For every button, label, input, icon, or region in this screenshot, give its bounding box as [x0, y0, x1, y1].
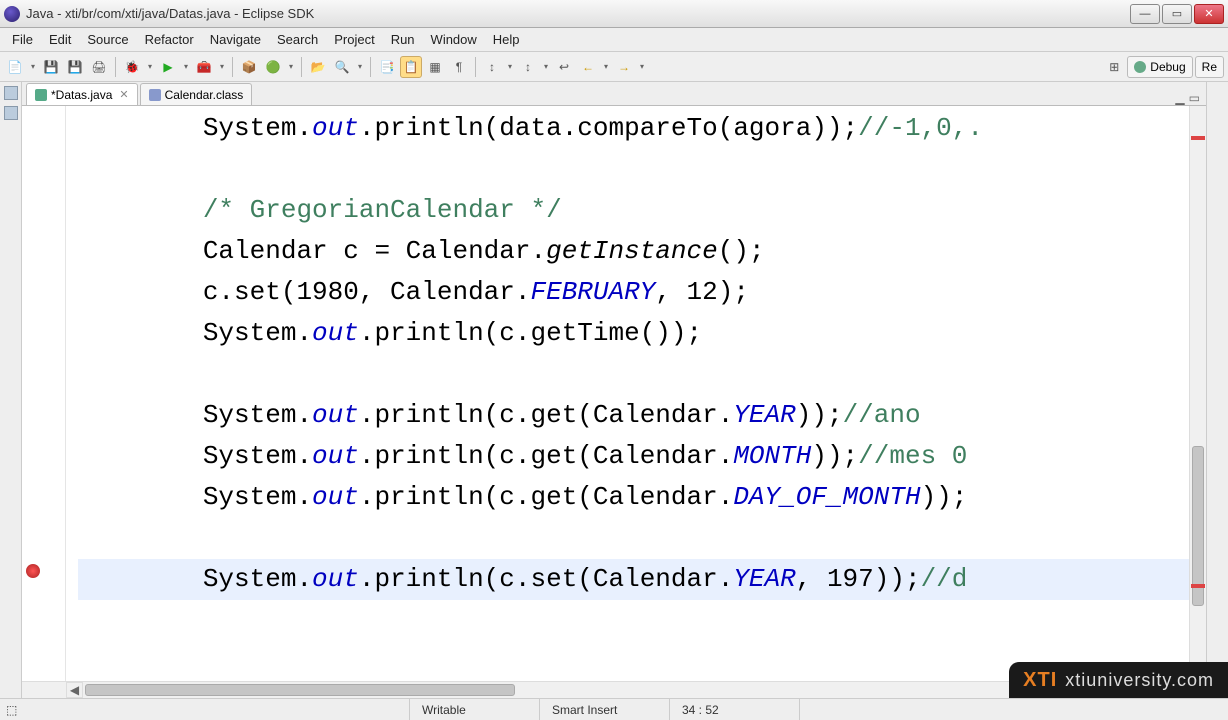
right-trim — [1206, 82, 1228, 698]
menu-source[interactable]: Source — [79, 30, 136, 49]
left-trim — [0, 82, 22, 698]
xti-logo-icon: XTI — [1023, 669, 1057, 692]
debug-icon[interactable]: 🐞 — [121, 56, 143, 78]
vertical-ruler[interactable] — [22, 106, 66, 681]
error-marker-icon[interactable] — [26, 564, 40, 578]
menu-file[interactable]: File — [4, 30, 41, 49]
tab-label: Calendar.class — [165, 88, 244, 102]
scroll-left-icon[interactable]: ◀ — [66, 682, 83, 698]
new-icon[interactable]: 📄 — [4, 56, 26, 78]
ann-next-dropdown[interactable]: ▾ — [541, 62, 551, 71]
menu-bar: File Edit Source Refactor Navigate Searc… — [0, 28, 1228, 52]
perspective-debug[interactable]: Debug — [1127, 56, 1192, 78]
maximize-button[interactable]: ▭ — [1162, 4, 1192, 24]
menu-project[interactable]: Project — [326, 30, 382, 49]
search-icon[interactable]: 🔍 — [331, 56, 353, 78]
java-file-icon — [35, 89, 47, 101]
debug-dropdown[interactable]: ▾ — [145, 62, 155, 71]
package-explorer-icon[interactable] — [4, 106, 18, 120]
minimize-button[interactable]: — — [1130, 4, 1160, 24]
menu-refactor[interactable]: Refactor — [137, 30, 202, 49]
new-package-icon[interactable]: 📦 — [238, 56, 260, 78]
toggle-block-icon[interactable]: ▦ — [424, 56, 446, 78]
tab-calendar-class[interactable]: Calendar.class — [140, 83, 253, 105]
main-area: *Datas.java ✕ Calendar.class ▁ ▭ System.… — [0, 82, 1228, 698]
menu-help[interactable]: Help — [485, 30, 528, 49]
status-message — [20, 699, 410, 720]
back-icon[interactable]: ← — [577, 56, 599, 78]
vertical-scrollbar[interactable] — [1189, 106, 1206, 681]
class-file-icon — [149, 89, 161, 101]
ext-tools-icon[interactable]: 🧰 — [193, 56, 215, 78]
back-dropdown[interactable]: ▾ — [601, 62, 611, 71]
last-edit-icon[interactable]: ↩ — [553, 56, 575, 78]
watermark-url: xtiuniversity.com — [1065, 670, 1214, 691]
menu-navigate[interactable]: Navigate — [202, 30, 269, 49]
annotation-next-icon[interactable]: ↕ — [517, 56, 539, 78]
perspective-resource[interactable]: Re — [1195, 56, 1224, 78]
run-dropdown[interactable]: ▾ — [181, 62, 191, 71]
window-title: Java - xti/br/com/xti/java/Datas.java - … — [26, 6, 1128, 21]
tab-close-icon[interactable]: ✕ — [119, 88, 128, 101]
status-bar: ⬚ Writable Smart Insert 34 : 52 — [0, 698, 1228, 720]
toggle-mark-icon[interactable]: 📑 — [376, 56, 398, 78]
scroll-thumb[interactable] — [1192, 446, 1204, 606]
search-dropdown[interactable]: ▾ — [355, 62, 365, 71]
menu-run[interactable]: Run — [383, 30, 423, 49]
open-type-icon[interactable]: 📂 — [307, 56, 329, 78]
toggle-breadcrumb-icon[interactable]: 📋 — [400, 56, 422, 78]
eclipse-icon — [4, 6, 20, 22]
code-content[interactable]: System.out.println(data.compareTo(agora)… — [66, 106, 1189, 602]
print-icon[interactable]: 🖨 — [88, 56, 110, 78]
toolbar: 📄▾ 💾 💾 🖨 🐞▾ ▶▾ 🧰▾ 📦 🟢▾ 📂 🔍▾ 📑 📋 ▦ ¶ ↕▾ ↕… — [0, 52, 1228, 82]
status-cursor-position: 34 : 52 — [670, 699, 800, 720]
title-bar: Java - xti/br/com/xti/java/Datas.java - … — [0, 0, 1228, 28]
menu-search[interactable]: Search — [269, 30, 326, 49]
close-button[interactable]: ✕ — [1194, 4, 1224, 24]
run-icon[interactable]: ▶ — [157, 56, 179, 78]
ext-tools-dropdown[interactable]: ▾ — [217, 62, 227, 71]
editor: *Datas.java ✕ Calendar.class ▁ ▭ System.… — [22, 82, 1206, 698]
bug-icon — [1134, 61, 1146, 73]
menu-edit[interactable]: Edit — [41, 30, 79, 49]
new-dropdown[interactable]: ▾ — [28, 62, 38, 71]
tab-datas-java[interactable]: *Datas.java ✕ — [26, 83, 138, 105]
restore-view-icon[interactable] — [4, 86, 18, 100]
save-icon[interactable]: 💾 — [40, 56, 62, 78]
code-area[interactable]: System.out.println(data.compareTo(agora)… — [66, 106, 1189, 681]
new-type-dropdown[interactable]: ▾ — [286, 62, 296, 71]
save-all-icon[interactable]: 💾 — [64, 56, 86, 78]
editor-tabs: *Datas.java ✕ Calendar.class ▁ ▭ — [22, 82, 1206, 106]
show-whitespace-icon[interactable]: ¶ — [448, 56, 470, 78]
status-writable: Writable — [410, 699, 540, 720]
annotation-prev-icon[interactable]: ↕ — [481, 56, 503, 78]
new-type-icon[interactable]: 🟢 — [262, 56, 284, 78]
status-icon[interactable]: ⬚ — [6, 703, 20, 717]
hscroll-thumb[interactable] — [85, 684, 515, 696]
menu-window[interactable]: Window — [423, 30, 485, 49]
maximize-view-icon[interactable]: ▭ — [1189, 91, 1200, 105]
overview-error-marker[interactable] — [1191, 136, 1205, 140]
open-perspective-icon[interactable]: ⊞ — [1103, 56, 1125, 78]
tab-label: *Datas.java — [51, 88, 112, 102]
status-insert-mode: Smart Insert — [540, 699, 670, 720]
watermark: XTI xtiuniversity.com — [1009, 662, 1228, 698]
forward-dropdown[interactable]: ▾ — [637, 62, 647, 71]
minimize-view-icon[interactable]: ▁ — [1175, 91, 1184, 105]
editor-body: System.out.println(data.compareTo(agora)… — [22, 106, 1206, 681]
ann-prev-dropdown[interactable]: ▾ — [505, 62, 515, 71]
forward-icon[interactable]: → — [613, 56, 635, 78]
overview-error-marker[interactable] — [1191, 584, 1205, 588]
